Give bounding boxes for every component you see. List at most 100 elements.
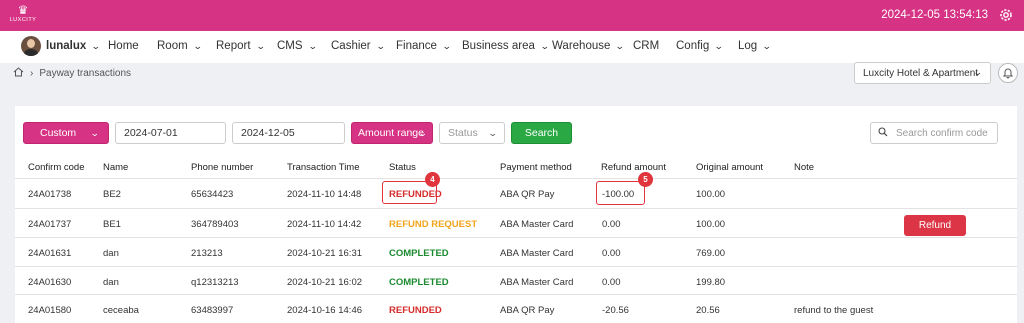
confirm-code-search-input[interactable]: Search confirm code — [870, 122, 998, 144]
table-row[interactable]: 24A01737 BE1 364789403 2024-11-10 14:42 … — [15, 208, 1017, 237]
cell-original-amount: 199.80 — [696, 277, 726, 288]
cell-note: refund to the guest — [794, 305, 874, 316]
column-header-refund-amount: Refund amount — [601, 162, 666, 173]
cell-name: ceceaba — [103, 305, 139, 316]
amount-range-label: Amount range — [358, 127, 424, 139]
chevron-down-icon: ⌄ — [488, 127, 499, 138]
nav-item-finance[interactable]: Finance ⌄ — [396, 40, 452, 52]
column-header-name: Name — [103, 162, 129, 173]
cell-time: 2024-11-10 14:48 — [287, 189, 362, 200]
period-select[interactable]: Custom ⌄ — [23, 122, 109, 144]
search-button-label: Search — [524, 127, 559, 139]
main-nav: lunalux ⌄ Home Room ⌄ Report ⌄ CMS ⌄ Cashie… — [0, 31, 1024, 63]
cell-name: BE2 — [103, 189, 121, 200]
annotation-badge-5: 5 — [638, 172, 653, 187]
cell-time: 2024-10-21 16:31 — [287, 248, 363, 259]
hotel-select[interactable]: Luxcity Hotel & Apartment ⌄ — [854, 62, 991, 84]
amount-range-select[interactable]: Amount range ⌄ — [351, 122, 433, 144]
date-to-input[interactable]: 2024-12-05 — [232, 122, 345, 144]
bell-icon[interactable] — [998, 63, 1018, 83]
nav-label: Business area — [462, 40, 535, 52]
nav-item-home[interactable]: Home — [108, 40, 139, 52]
column-header-payment-method: Payment method — [500, 162, 572, 173]
search-placeholder: Search confirm code — [896, 127, 988, 139]
column-header-confirm-code: Confirm code — [28, 162, 85, 173]
status-select-placeholder: Status — [448, 127, 478, 139]
chevron-down-icon: ⌄ — [973, 67, 984, 77]
chevron-down-icon: ⌄ — [91, 40, 101, 51]
cell-refund-amount: -20.56 — [602, 305, 629, 316]
chevron-down-icon: ⌄ — [714, 40, 724, 51]
user-name: lunalux — [46, 40, 87, 52]
column-header-transaction-time: Transaction Time — [287, 162, 360, 173]
column-header-phone: Phone number — [191, 162, 254, 173]
breadcrumb: › Payway transactions — [13, 67, 131, 80]
chevron-down-icon: ⌄ — [255, 40, 266, 51]
cell-name: dan — [103, 277, 119, 288]
table-row[interactable]: 24A01738 BE2 65634423 2024-11-10 14:48 R… — [15, 178, 1017, 207]
cell-phone: 65634423 — [191, 189, 234, 200]
cell-payment-method: ABA Master Card — [500, 277, 574, 288]
status-badge: COMPLETED — [389, 248, 449, 259]
annotation-badge-4: 4 — [425, 172, 440, 187]
user-menu[interactable]: lunalux ⌄ — [46, 40, 101, 52]
status-badge: COMPLETED — [389, 277, 449, 288]
chevron-down-icon: ⌄ — [441, 40, 452, 51]
nav-item-report[interactable]: Report ⌄ — [216, 40, 266, 52]
date-from-input[interactable]: 2024-07-01 — [115, 122, 226, 144]
cell-original-amount: 769.00 — [696, 248, 726, 259]
table-row[interactable]: 24A01630 dan q12313213 2024-10-21 16:02 … — [15, 266, 1017, 295]
top-bar: ♛ LUXCITY 2024-12-05 13:54:13 — [0, 0, 1024, 31]
nav-label: Cashier — [331, 40, 371, 52]
cell-payment-method: ABA Master Card — [500, 219, 574, 230]
cell-confirm-code: 24A01738 — [28, 189, 72, 200]
cell-confirm-code: 24A01737 — [28, 219, 72, 230]
status-select[interactable]: Status ⌄ — [439, 122, 505, 144]
table-row[interactable]: 24A01631 dan 213213 2024-10-21 16:31 COM… — [15, 237, 1017, 266]
nav-item-config[interactable]: Config ⌄ — [676, 40, 724, 52]
cell-original-amount: 20.56 — [696, 305, 720, 316]
breadcrumb-current: Payway transactions — [39, 68, 132, 79]
avatar[interactable] — [21, 36, 41, 56]
gear-icon[interactable] — [998, 7, 1014, 23]
search-icon — [878, 126, 888, 140]
nav-label: Home — [108, 40, 139, 52]
cell-name: dan — [103, 248, 119, 259]
cell-original-amount: 100.00 — [696, 189, 726, 200]
nav-label: Room — [157, 40, 188, 52]
logo-text: LUXCITY — [9, 17, 37, 23]
chevron-down-icon: ⌄ — [192, 40, 203, 51]
cell-payment-method: ABA Master Card — [500, 248, 574, 259]
period-select-value: Custom — [40, 127, 77, 139]
nav-item-warehouse[interactable]: Warehouse ⌄ — [552, 40, 626, 52]
column-header-original-amount: Original amount — [696, 162, 764, 173]
cell-time: 2024-10-21 16:02 — [287, 277, 363, 288]
nav-item-log[interactable]: Log ⌄ — [738, 40, 772, 52]
chevron-down-icon: ⌄ — [539, 40, 550, 51]
luxcity-logo[interactable]: ♛ LUXCITY — [7, 4, 39, 28]
chevron-down-icon: ⌄ — [615, 40, 626, 51]
nav-label: Config — [676, 40, 710, 52]
cell-confirm-code: 24A01631 — [28, 248, 72, 259]
chevron-down-icon: ⌄ — [762, 40, 772, 51]
table-row[interactable]: 24A01580 ceceaba 63483997 2024-10-16 14:… — [15, 294, 1017, 323]
nav-label: CMS — [277, 40, 303, 52]
cell-phone: 63483997 — [191, 305, 234, 316]
refund-highlight-box — [596, 181, 645, 205]
crown-icon: ♛ — [17, 3, 29, 17]
refund-button[interactable]: Refund — [904, 215, 966, 236]
cell-phone: 213213 — [191, 248, 223, 259]
cell-refund-amount: 0.00 — [602, 219, 621, 230]
nav-item-business-area[interactable]: Business area ⌄ — [462, 40, 550, 52]
status-badge: REFUND REQUEST — [389, 219, 478, 230]
cell-refund-amount: 0.00 — [602, 248, 621, 259]
search-button[interactable]: Search — [511, 122, 572, 144]
nav-item-crm[interactable]: CRM — [633, 40, 659, 52]
home-icon[interactable] — [13, 67, 24, 80]
nav-label: Report — [216, 40, 251, 52]
date-to-value: 2024-12-05 — [241, 127, 295, 139]
cell-phone: 364789403 — [191, 219, 239, 230]
nav-item-cashier[interactable]: Cashier ⌄ — [331, 40, 385, 52]
nav-item-cms[interactable]: CMS ⌄ — [277, 40, 317, 52]
nav-item-room[interactable]: Room ⌄ — [157, 40, 203, 52]
